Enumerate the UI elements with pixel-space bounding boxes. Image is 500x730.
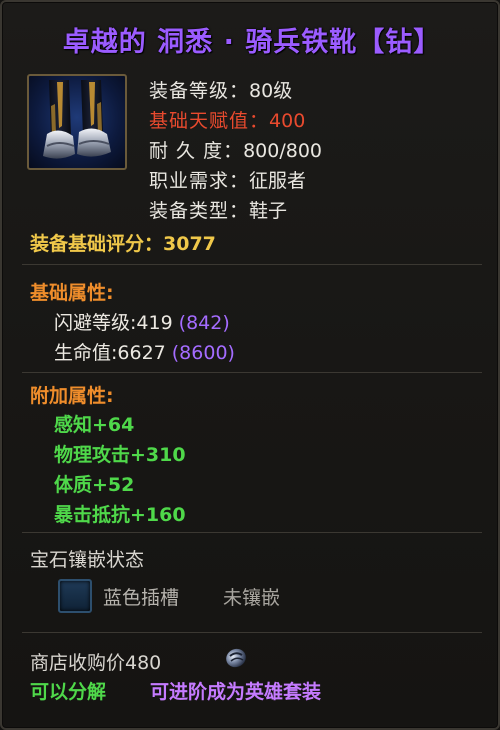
base-attribute-text: 生命值:6627 [54,342,166,364]
equip-level: 装备等级：80级 [149,76,292,103]
base-attribute-hp: 生命值:6627 (8600) [54,338,235,365]
extra-attribute-constitution: 体质+52 [54,474,135,496]
item-title: 卓越的 洞悉 · 骑兵铁靴【钻】 [62,27,442,58]
base-talent-label: 基础天赋值： [149,110,270,132]
upgrade-text: 可进阶成为英雄套装 [150,681,322,703]
gem-status-title: 宝石镶嵌状态 [30,549,145,571]
gem-slot-blue[interactable] [58,579,92,613]
base-talent: 基础天赋值：400 [149,106,305,133]
extra-attribute-crit-resist: 暴击抵抗+160 [54,504,186,526]
base-score-value: 3077 [163,233,216,255]
gem-slot-status: 未镶嵌 [223,587,281,609]
durability-label: 耐 久 度： [149,140,244,162]
class-requirement: 职业需求：征服者 [149,166,306,193]
base-attribute-max: (842) [178,312,230,334]
divider [22,372,482,373]
extra-attribute-perception: 感知+64 [54,414,135,436]
divider [22,264,482,265]
coin-icon [226,648,246,668]
divider [22,632,482,633]
equip-level-label: 装备等级： [149,80,250,102]
durability-value: 800/800 [243,140,323,162]
gem-slot-label: 蓝色插槽 [103,587,180,609]
base-score: 装备基础评分：3077 [30,229,216,256]
item-tooltip: 卓越的 洞悉 · 骑兵铁靴【钻】 装备等级：80级 基础天赋值：400 耐 久 … [0,0,500,730]
equip-type-label: 装备类型： [149,200,250,222]
base-attribute-dodge: 闪避等级:419 (842) [54,308,230,335]
durability: 耐 久 度：800/800 [149,136,322,163]
equip-level-value: 80级 [249,80,293,102]
extra-attribute-physical-attack: 物理攻击+310 [54,444,186,466]
base-attribute-text: 闪避等级:419 [54,312,173,334]
boots-icon [27,74,127,170]
shop-price: 商店收购价480 [30,652,162,674]
equip-type-value: 鞋子 [249,200,288,222]
decomposable-text: 可以分解 [30,681,107,703]
base-talent-value: 400 [269,110,306,132]
base-score-label: 装备基础评分： [30,233,164,255]
base-attributes-title: 基础属性: [30,282,114,304]
class-requirement-label: 职业需求： [149,170,250,192]
class-requirement-value: 征服者 [249,170,307,192]
base-attribute-max: (8600) [171,342,235,364]
equip-type: 装备类型：鞋子 [149,196,287,223]
divider [22,532,482,533]
extra-attributes-title: 附加属性: [30,385,114,407]
